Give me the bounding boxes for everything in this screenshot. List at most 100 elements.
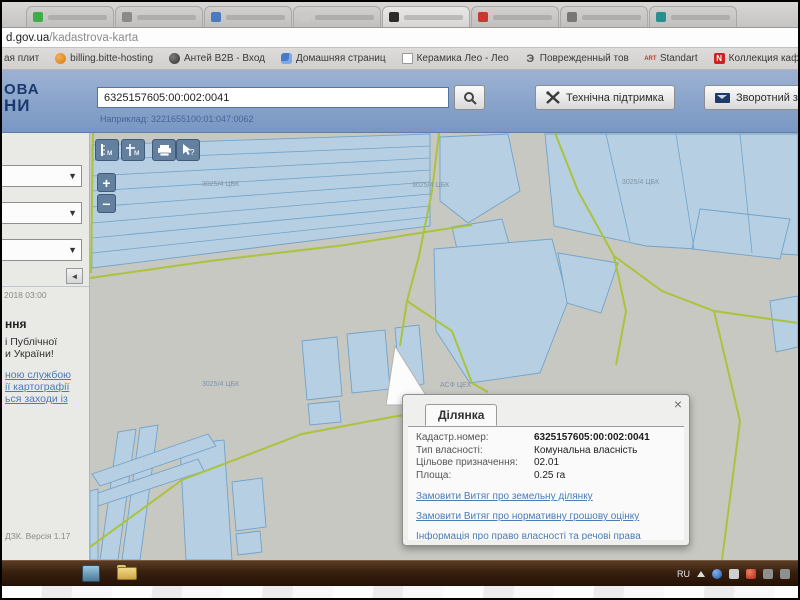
layer-select-3[interactable]: ▼ [2,239,82,261]
bookmark-favicon: N [714,53,725,64]
row-value: 6325157605:00:002:0041 [534,432,650,445]
tray-icon[interactable] [780,569,790,579]
order-extract-parcel-link[interactable]: Замовити Витяг про земельну ділянку [416,491,676,502]
browser-tab[interactable] [471,6,559,27]
bookmark-label: Standart [660,53,698,64]
bookmark-label: Поврежденный тов [540,53,629,64]
bookmark-item[interactable]: Керамика Лео - Лео [402,53,509,64]
svg-text:м: м [107,148,113,157]
print-button[interactable] [152,139,176,161]
tray-help-icon[interactable] [712,569,722,579]
bookmark-label: Домашняя страниц [296,53,386,64]
ownership-info-link[interactable]: Інформація про право власності та речові… [416,531,676,540]
zoom-in-button[interactable]: + [97,173,116,192]
order-extract-valuation-link[interactable]: Замовити Витяг про нормативну грошову оц… [416,511,676,522]
bookmark-favicon [281,53,292,64]
sidebar-divider [2,286,90,287]
svg-text:м: м [134,148,140,157]
tab-title-blur [404,15,463,20]
bookmark-item[interactable]: billing.bitte-hosting [55,53,153,64]
parcel-label: 3025/4 ЦБК [622,179,660,186]
tray-icon[interactable] [746,569,756,579]
taskbar-folder-button[interactable] [117,565,137,581]
chevron-down-icon: ▼ [68,208,77,218]
info-row-cadastral-number: Кадастр.номер: 6325157605:00:002:0041 [416,432,676,445]
tab-title-blur [493,15,552,20]
cadastral-search-input[interactable] [97,87,449,108]
tab-favicon [300,12,310,22]
measure-area-button[interactable]: м [121,139,145,161]
feedback-button[interactable]: Зворотний зв [704,85,798,110]
area-measure-icon: м [125,143,141,157]
language-indicator[interactable]: RU [677,569,690,579]
windows-taskbar: RU [2,560,798,586]
bookmark-favicon [169,53,180,64]
measure-distance-button[interactable]: м [95,139,119,161]
browser-tab[interactable] [293,6,381,27]
tab-favicon [567,12,577,22]
row-label: Площа: [416,470,534,483]
bookmark-item[interactable]: Э Поврежденный тов [525,53,629,64]
sidebar-notice-line: і Публічної [5,336,57,348]
browser-tab[interactable] [115,6,203,27]
tray-icon[interactable] [763,569,773,579]
tab-favicon [33,12,43,22]
bookmark-label: Коллекция кафеля [729,53,798,64]
bookmark-item[interactable]: Домашняя страниц [281,53,386,64]
close-icon[interactable]: × [674,397,682,411]
popup-body: Кадастр.номер: 6325157605:00:002:0041 Ти… [408,427,684,540]
browser-tab[interactable] [204,6,292,27]
browser-tab[interactable] [560,6,648,27]
parcel-info-popup: × Ділянка Кадастр.номер: 6325157605:00:0… [402,394,690,546]
tab-favicon [211,12,221,22]
layer-select-2[interactable]: ▼ [2,202,82,224]
identify-button[interactable]: ? [176,139,200,161]
browser-url-bar[interactable]: d.gov.ua/kadastrova-karta [2,28,798,48]
sidebar-collapse-button[interactable]: ◄ [66,268,83,284]
taskbar-app-button[interactable] [82,565,100,582]
row-label: Кадастр.номер: [416,432,534,445]
sidebar-notice-link[interactable]: ься заходи із [5,393,68,405]
folder-icon [117,567,137,580]
zoom-out-button[interactable]: − [97,194,116,213]
tab-favicon [389,12,399,22]
chevron-down-icon: ▼ [68,171,77,181]
tab-parcel[interactable]: Ділянка [425,404,497,426]
cadastral-map[interactable]: 3025/4 ЦБК 3025/4 ЦБК 3025/4 ЦБК 3025/4 … [90,133,798,560]
site-header: ОВА НИ Наприклад: 3221655100:01:047:0062… [2,70,798,133]
tech-support-button[interactable]: Технічна підтримка [535,85,675,110]
sidebar-notice-link[interactable]: ною службою [5,369,71,381]
show-hidden-icons-arrow[interactable] [697,571,705,577]
bookmark-item[interactable]: Антей B2B - Вход [169,53,265,64]
bookmark-item[interactable]: ая плит [4,53,39,64]
tab-title-blur [315,15,374,20]
layers-sidebar: ▼ ▼ ▼ ◄ 2018 03:00 ння і Публічної и Укр… [2,133,90,560]
browser-tab-active[interactable] [382,6,470,27]
bookmark-label: ая плит [4,53,39,64]
feedback-label: Зворотний зв [736,92,798,104]
sidebar-notice-heading: ння [5,317,27,331]
browser-tab[interactable] [26,6,114,27]
bookmark-item[interactable]: N Коллекция кафеля [714,53,798,64]
system-tray: RU [677,561,790,587]
layer-select-1[interactable]: ▼ [2,165,82,187]
photo-edge-strip [2,586,798,598]
search-example-hint: Наприклад: 3221655100:01:047:0062 [100,114,254,124]
printer-icon [157,144,172,157]
tech-support-label: Технічна підтримка [566,92,664,104]
sidebar-notice-link[interactable]: ії картографії [5,381,69,393]
row-label: Тип власності: [416,445,534,458]
cursor-help-icon: ? [180,143,196,157]
chevron-left-icon: ◄ [71,272,79,281]
browser-tab[interactable] [649,6,737,27]
search-button[interactable] [454,85,485,110]
ruler-icon: м [99,143,115,157]
row-label: Цільове призначення: [416,457,534,470]
bookmark-item[interactable]: ARTStandart [645,53,698,64]
bookmark-label: billing.bitte-hosting [70,53,153,64]
bookmark-favicon: Э [525,53,536,64]
tray-icon[interactable] [729,569,739,579]
url-host: d.gov.ua [6,32,49,44]
svg-text:?: ? [190,148,195,157]
bookmark-label: Антей B2B - Вход [184,53,265,64]
